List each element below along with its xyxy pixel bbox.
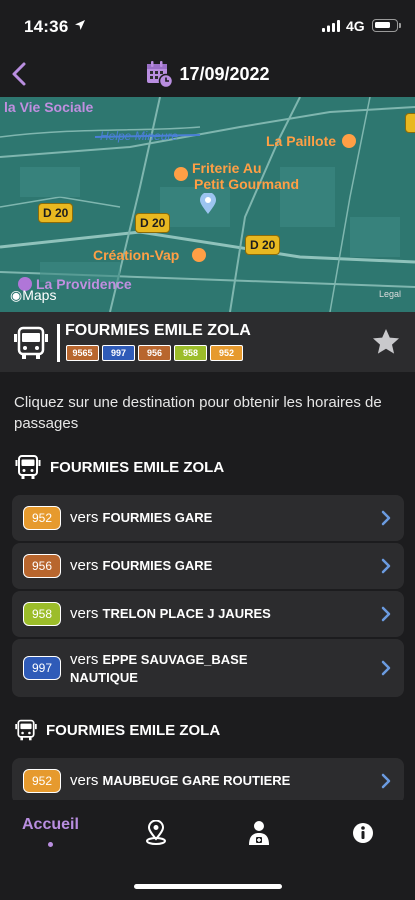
destination-name: MAUBEUGE GARE ROUTIERE — [102, 773, 291, 788]
date-picker[interactable]: 17/09/2022 — [0, 60, 415, 88]
line-badge: 956 — [23, 554, 61, 578]
road-shield-edge — [405, 113, 415, 133]
home-indicator — [134, 884, 282, 889]
map-label-vie-sociale: la Vie Sociale — [4, 99, 94, 115]
battery-cap — [399, 23, 401, 28]
chevron-right-icon — [381, 558, 391, 574]
destination-text: vers MAUBEUGE GARE ROUTIERE — [70, 772, 290, 790]
vers-label: vers — [70, 651, 99, 668]
line-badge: 958 — [23, 602, 61, 626]
fastfood-pin-icon — [174, 167, 188, 181]
destination-text: vers FOURMIES GARE — [70, 557, 212, 575]
line-badge: 956 — [138, 345, 171, 361]
status-bar: 14:36 4G — [0, 0, 415, 50]
bus-icon — [14, 326, 48, 359]
destination-item[interactable]: 956 vers FOURMIES GARE — [12, 543, 404, 589]
vers-label: vers — [70, 509, 99, 526]
map-label-creation: Création-Vap — [93, 247, 180, 263]
road-shield-d20: D 20 — [135, 213, 171, 233]
section-title: FOURMIES EMILE ZOLA — [14, 453, 224, 481]
vers-label: vers — [70, 772, 99, 789]
map-label-paillote: La Paillote — [266, 133, 337, 149]
apple-maps-logo: ◉Maps — [10, 287, 56, 304]
vers-label: vers — [70, 557, 99, 574]
legal-link[interactable]: Legal — [379, 289, 401, 299]
map-label-friterie-2: Petit Gourmand — [194, 176, 300, 192]
restaurant-pin-icon — [342, 134, 356, 148]
tab-home[interactable]: Accueil — [22, 816, 79, 847]
cellular-signal-icon — [322, 20, 340, 32]
chevron-right-icon — [381, 606, 391, 622]
road-shield-d20: D 20 — [38, 203, 74, 223]
line-badge: 952 — [23, 506, 61, 530]
line-badge: 9565 — [66, 345, 99, 361]
destination-name: FOURMIES GARE — [102, 558, 213, 573]
current-location-pin-icon — [200, 193, 216, 214]
line-badges: 9565 997 956 958 952 — [66, 345, 243, 361]
instruction-text: Cliquez sur une destination pour obtenir… — [14, 394, 382, 432]
chevron-right-icon — [381, 510, 391, 526]
section-title-label: FOURMIES EMILE ZOLA — [50, 458, 225, 476]
stop-name: FOURMIES EMILE ZOLA — [65, 322, 251, 339]
tab-info-icon[interactable] — [352, 822, 374, 844]
battery-icon — [372, 19, 398, 32]
section-title: FOURMIES EMILE ZOLA — [14, 718, 220, 742]
nav-header: 17/09/2022 — [0, 50, 415, 98]
section-title-label: FOURMIES EMILE ZOLA — [46, 721, 221, 739]
line-badge: 952 — [210, 345, 243, 361]
network-type: 4G — [346, 18, 365, 34]
line-badge: 958 — [174, 345, 207, 361]
calendar-clock-icon — [147, 61, 174, 88]
destination-text: vers EPPE SAUVAGE_BASE NAUTIQUE — [70, 651, 247, 687]
destination-item[interactable]: 952 vers FOURMIES GARE — [12, 495, 404, 541]
destination-text: vers TRELON PLACE J JAURES — [70, 605, 271, 623]
destination-name: FOURMIES GARE — [102, 510, 213, 525]
tab-home-label: Accueil — [22, 816, 79, 833]
bus-icon — [15, 455, 41, 479]
destination-item[interactable]: 952 vers MAUBEUGE GARE ROUTIERE — [12, 758, 404, 804]
bus-icon — [15, 719, 37, 741]
map-view[interactable]: la Vie Sociale Helpe Mineure La Paillote… — [0, 97, 415, 312]
chevron-right-icon — [381, 773, 391, 789]
destination-name-line2: NAUTIQUE — [70, 670, 138, 685]
destination-item[interactable]: 997 vers EPPE SAUVAGE_BASE NAUTIQUE — [12, 639, 404, 697]
destination-name: EPPE SAUVAGE_BASE — [102, 652, 248, 667]
destination-item[interactable]: 958 vers TRELON PLACE J JAURES — [12, 591, 404, 637]
stop-header: FOURMIES EMILE ZOLA 9565 997 956 958 952 — [0, 312, 415, 372]
destination-text: vers FOURMIES GARE — [70, 509, 212, 527]
shop-pin-icon — [192, 248, 206, 262]
vers-label: vers — [70, 605, 99, 622]
stop-divider — [57, 324, 60, 362]
line-badge: 997 — [102, 345, 135, 361]
map-label-friterie-1: Friterie Au — [192, 160, 262, 176]
status-time: 14:36 — [24, 17, 69, 36]
tab-profile-icon[interactable] — [248, 820, 270, 846]
location-arrow-icon — [75, 20, 85, 30]
apple-logo-icon: ◉ — [10, 287, 23, 303]
tab-map-pin-icon[interactable] — [144, 820, 168, 846]
battery-level — [375, 22, 390, 28]
map-label-helpe: Helpe Mineure — [100, 129, 179, 143]
chevron-right-icon — [381, 660, 391, 676]
selected-date: 17/09/2022 — [179, 63, 270, 84]
favorite-star-icon[interactable] — [370, 326, 402, 358]
line-badge: 952 — [23, 769, 61, 793]
active-tab-indicator — [47, 842, 53, 847]
destination-name: TRELON PLACE J JAURES — [102, 606, 271, 621]
line-badge: 997 — [23, 656, 61, 680]
road-shield-d20: D 20 — [245, 235, 281, 255]
maps-label: Maps — [22, 287, 57, 303]
